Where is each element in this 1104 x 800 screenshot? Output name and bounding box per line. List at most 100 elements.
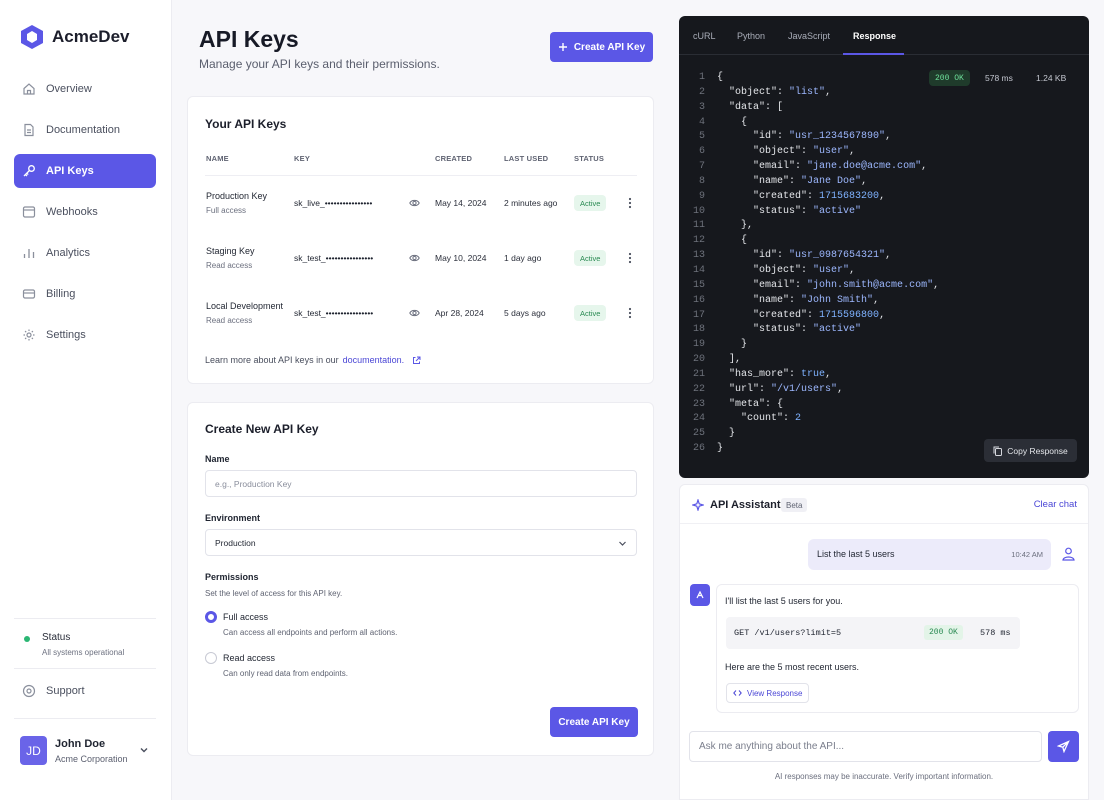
code-text: "id": "usr_1234567890", bbox=[753, 131, 892, 143]
submit-create-key-button[interactable]: Create API Key bbox=[550, 707, 638, 737]
page-title: API Keys bbox=[199, 26, 299, 52]
code-text: "has_more": true, bbox=[729, 368, 832, 380]
permissions-label: Permissions bbox=[205, 572, 259, 582]
sidebar-item-settings[interactable]: Settings bbox=[14, 318, 156, 352]
code-line: 13 "id": "usr_0987654321", bbox=[679, 249, 1089, 264]
document-icon bbox=[24, 123, 34, 137]
assistant-sparkle-icon bbox=[692, 499, 704, 511]
code-line: 20 ], bbox=[679, 353, 1089, 368]
code-line: 16 "name": "John Smith", bbox=[679, 294, 1089, 309]
code-line: 6 "object": "user", bbox=[679, 145, 1089, 160]
code-line: 19 } bbox=[679, 338, 1089, 353]
tab-python[interactable]: Python bbox=[737, 31, 765, 41]
code-text: }, bbox=[717, 220, 754, 232]
column-header-key: KEY bbox=[294, 154, 311, 163]
learn-more: Learn more about API keys in our documen… bbox=[205, 355, 421, 365]
tab-response[interactable]: Response bbox=[853, 31, 896, 41]
tab-javascript[interactable]: JavaScript bbox=[788, 31, 830, 41]
sidebar-item-overview[interactable]: Overview bbox=[14, 72, 156, 106]
code-text: } bbox=[717, 428, 736, 440]
permissions-hint: Set the level of access for this API key… bbox=[205, 589, 343, 598]
home-icon bbox=[23, 83, 35, 95]
sidebar-item-label: API Keys bbox=[46, 165, 94, 177]
more-vertical-icon[interactable] bbox=[625, 251, 635, 265]
response-code-block: 1{2 "object": "list", 3 "data": [4 {5 "id… bbox=[679, 71, 1089, 457]
eye-icon[interactable] bbox=[409, 253, 420, 263]
key-last-used: 1 day ago bbox=[504, 253, 542, 263]
status-title: Status bbox=[42, 632, 71, 643]
copy-response-button[interactable]: Copy Response bbox=[984, 439, 1077, 462]
sidebar: AcmeDev Overview Documentation API Keys … bbox=[0, 0, 172, 800]
table-header-divider bbox=[205, 175, 637, 176]
api-assistant-panel: API Assistant Beta Clear chat List the l… bbox=[679, 484, 1089, 800]
user-menu[interactable]: JD John Doe Acme Corporation bbox=[20, 736, 148, 765]
create-api-key-button[interactable]: Create API Key bbox=[550, 32, 653, 62]
bar-chart-icon bbox=[23, 249, 35, 258]
code-text: "created": 1715596800, bbox=[753, 309, 886, 321]
code-line: 24 "count": 2 bbox=[679, 412, 1089, 427]
code-line: 1{ bbox=[679, 71, 1089, 86]
code-line: 7 "email": "jane.doe@acme.com", bbox=[679, 160, 1089, 175]
full-access-description: Can access all endpoints and perform all… bbox=[223, 628, 398, 637]
key-name-input[interactable] bbox=[205, 470, 637, 497]
support-label: Support bbox=[46, 685, 85, 697]
environment-select[interactable]: Production bbox=[205, 529, 637, 556]
status-badge: Active bbox=[574, 195, 607, 211]
status-badge: Active bbox=[574, 250, 607, 266]
eye-icon[interactable] bbox=[409, 198, 420, 208]
assistant-message-bubble: I'll list the last 5 users for you. GET … bbox=[716, 584, 1079, 713]
read-access-radio[interactable] bbox=[205, 652, 217, 664]
sidebar-item-label: Settings bbox=[46, 329, 86, 341]
tab-curl[interactable]: cURL bbox=[693, 31, 716, 41]
sidebar-item-billing[interactable]: Billing bbox=[14, 277, 156, 311]
code-text: "created": 1715683200, bbox=[753, 190, 886, 202]
create-api-key-card: Create New API Key Name Environment Prod… bbox=[187, 402, 654, 756]
eye-icon[interactable] bbox=[409, 308, 420, 318]
sidebar-item-webhooks[interactable]: Webhooks bbox=[14, 195, 156, 229]
code-text: "email": "john.smith@acme.com", bbox=[753, 279, 940, 291]
status-detail: All systems operational bbox=[42, 648, 125, 657]
code-text: "url": "/v1/users", bbox=[729, 383, 844, 395]
key-name: Production Key bbox=[206, 191, 268, 201]
code-text: "meta": { bbox=[729, 398, 784, 410]
code-text: "object": "list", bbox=[729, 86, 832, 98]
active-tab-indicator bbox=[843, 53, 904, 55]
more-vertical-icon[interactable] bbox=[625, 306, 635, 320]
sidebar-nav: Overview Documentation API Keys Webhooks… bbox=[14, 72, 156, 359]
code-text: "name": "John Smith", bbox=[753, 294, 880, 306]
line-number: 22 bbox=[692, 383, 705, 395]
table-row: Production Key Full access sk_live_•••••… bbox=[188, 191, 655, 231]
support-link[interactable]: Support bbox=[22, 684, 85, 698]
view-response-button[interactable]: View Response bbox=[726, 683, 810, 703]
sidebar-item-api-keys[interactable]: API Keys bbox=[14, 154, 156, 188]
sidebar-item-label: Webhooks bbox=[46, 206, 98, 218]
sidebar-item-analytics[interactable]: Analytics bbox=[14, 236, 156, 270]
user-organization: Acme Corporation bbox=[55, 753, 128, 764]
assistant-chat-input[interactable] bbox=[689, 731, 1042, 762]
line-number: 19 bbox=[692, 339, 705, 351]
status-badge: Active bbox=[574, 305, 607, 321]
key-created: May 10, 2024 bbox=[435, 253, 487, 263]
code-text: } bbox=[717, 339, 748, 351]
ai-disclaimer: AI responses may be inaccurate. Verify i… bbox=[774, 772, 994, 781]
code-line: 22 "url": "/v1/users", bbox=[679, 383, 1089, 398]
chevron-down-icon[interactable] bbox=[139, 745, 149, 755]
code-line: 21 "has_more": true, bbox=[679, 368, 1089, 383]
code-text: "id": "usr_0987654321", bbox=[753, 250, 892, 262]
key-access: Read access bbox=[206, 316, 253, 325]
line-number: 7 bbox=[698, 161, 705, 173]
assistant-title: API Assistant bbox=[710, 499, 781, 511]
send-message-button[interactable] bbox=[1048, 731, 1079, 762]
clear-chat-button[interactable]: Clear chat bbox=[1034, 499, 1077, 510]
plus-icon bbox=[558, 43, 567, 51]
assistant-header-divider bbox=[680, 523, 1088, 524]
more-vertical-icon[interactable] bbox=[625, 196, 635, 210]
full-access-radio[interactable] bbox=[205, 611, 217, 623]
masked-key: sk_test_•••••••••••••••• bbox=[294, 308, 374, 318]
line-number: 18 bbox=[692, 324, 705, 336]
documentation-link[interactable]: documentation. bbox=[343, 355, 405, 365]
sidebar-item-documentation[interactable]: Documentation bbox=[14, 113, 156, 147]
brand-logo[interactable]: AcmeDev bbox=[20, 24, 130, 50]
column-header-last-used: LAST USED bbox=[504, 154, 549, 163]
external-link-icon[interactable] bbox=[412, 356, 421, 365]
